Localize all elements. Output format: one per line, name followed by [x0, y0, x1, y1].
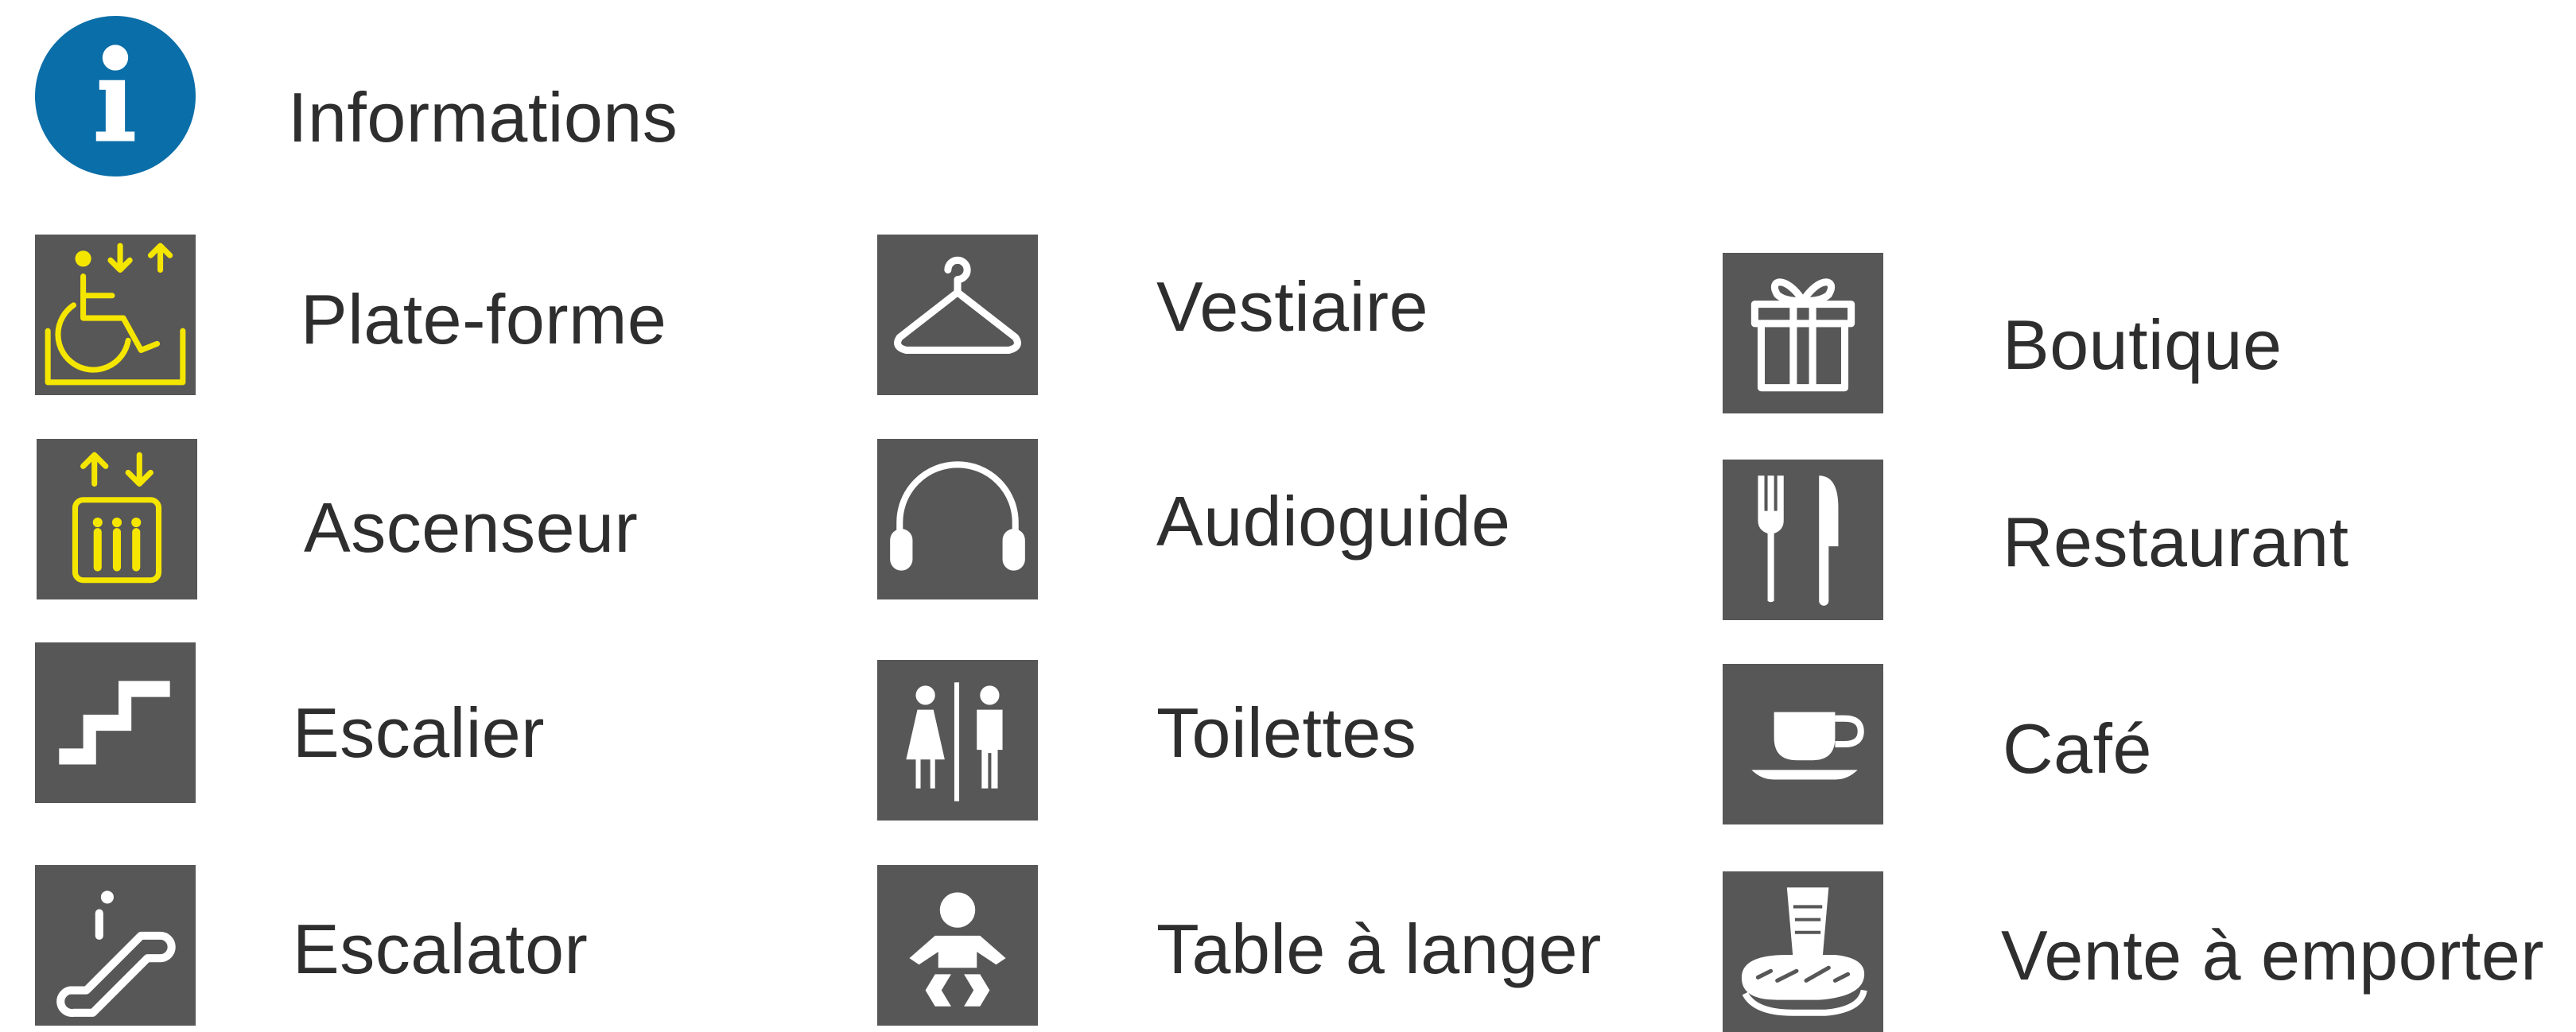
legend-label: Escalier — [293, 693, 545, 772]
takeaway-icon — [1723, 871, 1883, 1032]
fork-knife-icon — [1723, 460, 1883, 620]
coffee-cup-icon — [1723, 664, 1883, 824]
legend-label: Toilettes — [1156, 693, 1417, 772]
legend-label: Informations — [288, 78, 678, 157]
toilets-icon — [877, 660, 1038, 821]
wheelchair-platform-icon — [35, 235, 196, 395]
coat-hanger-icon — [877, 235, 1038, 395]
info-icon — [35, 16, 196, 177]
legend-label: Escalator — [293, 910, 589, 988]
legend-label: Ascenseur — [304, 488, 639, 567]
stairs-icon — [35, 642, 196, 803]
elevator-icon — [37, 439, 197, 599]
baby-changing-icon — [877, 865, 1038, 1026]
escalator-icon — [35, 865, 196, 1026]
legend-label: Vente à emporter — [2001, 916, 2545, 995]
legend-label: Plate-forme — [301, 280, 667, 359]
legend-label: Audioguide — [1156, 482, 1511, 561]
legend-label: Table à langer — [1156, 910, 1602, 988]
legend-label: Café — [2003, 709, 2152, 788]
legend-label: Vestiaire — [1156, 267, 1429, 346]
headphones-icon — [877, 439, 1038, 599]
legend-label: Restaurant — [2003, 502, 2349, 581]
legend-label: Boutique — [2003, 305, 2283, 384]
gift-icon — [1723, 253, 1883, 413]
